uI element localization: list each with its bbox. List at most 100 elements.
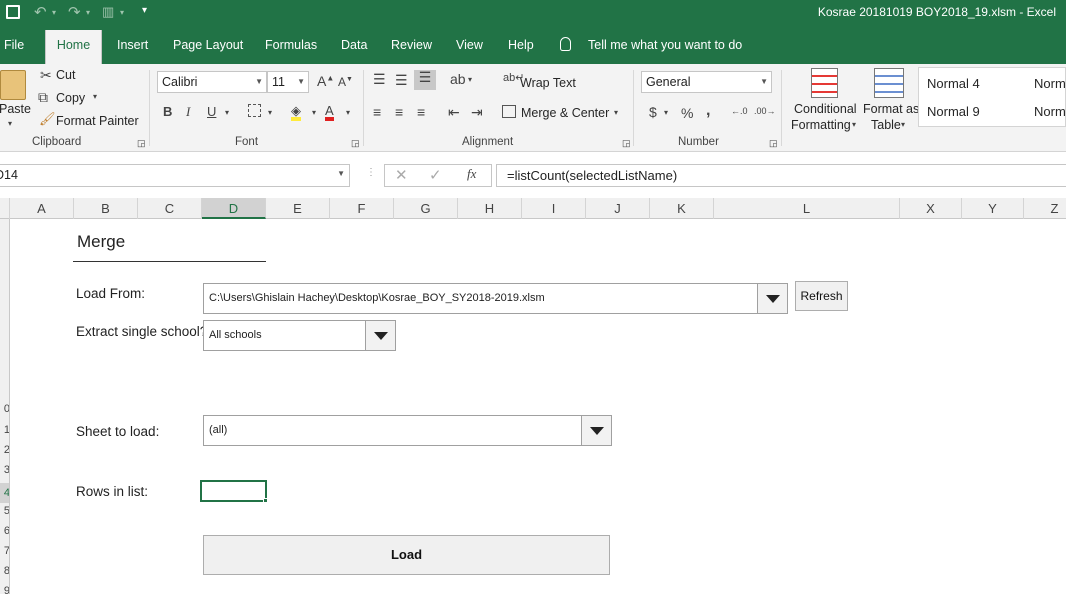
format-painter-icon[interactable]: 🖌 xyxy=(39,112,56,125)
decrease-indent-icon[interactable]: ⇤ xyxy=(448,105,460,119)
fill-color-icon[interactable]: ◈ xyxy=(291,104,301,121)
decrease-decimal-icon[interactable]: .00→ xyxy=(754,107,776,116)
format-dropdown-icon[interactable]: ▾ xyxy=(120,8,124,17)
name-box[interactable]: D14 ▼ xyxy=(0,164,350,187)
customize-toolbar-icon[interactable]: ▾ xyxy=(142,5,147,16)
underline-dropdown-icon[interactable]: ▾ xyxy=(225,109,229,117)
percent-button[interactable]: % xyxy=(681,106,693,120)
refresh-button[interactable]: Refresh xyxy=(795,281,848,311)
column-header-d[interactable]: D xyxy=(202,198,266,219)
paste-icon[interactable] xyxy=(0,70,26,100)
fill-handle[interactable] xyxy=(263,498,268,503)
tab-help[interactable]: Help xyxy=(500,26,542,64)
chevron-down-icon[interactable] xyxy=(757,284,787,313)
redo-dropdown-icon[interactable]: ▾ xyxy=(86,8,90,17)
merge-icon[interactable] xyxy=(502,105,516,118)
tab-home[interactable]: Home xyxy=(45,30,102,64)
number-format-combo[interactable]: General ▼ xyxy=(641,71,772,93)
tab-page-layout[interactable]: Page Layout xyxy=(165,26,251,64)
increase-font-icon[interactable]: A▲ xyxy=(317,74,334,88)
format-table-dropdown-icon[interactable]: ▾ xyxy=(901,121,905,129)
conditional-formatting-icon[interactable] xyxy=(811,68,838,98)
name-box-dropdown-icon[interactable]: ▼ xyxy=(337,169,345,178)
font-launcher-icon[interactable]: ◲ xyxy=(351,139,360,148)
row-header[interactable]: 9 xyxy=(0,585,9,594)
tab-insert[interactable]: Insert xyxy=(109,26,156,64)
orientation-icon[interactable]: ab xyxy=(450,72,466,86)
style-norm[interactable]: Norm xyxy=(1034,76,1066,91)
orientation-dropdown-icon[interactable]: ▾ xyxy=(468,76,472,84)
row-header[interactable]: 2 xyxy=(0,444,9,456)
column-header-l[interactable]: L xyxy=(714,198,900,219)
row-header[interactable]: 6 xyxy=(0,525,9,537)
wrap-text-button[interactable]: Wrap Text xyxy=(520,76,576,90)
align-bottom-icon[interactable]: ☰ xyxy=(414,70,436,90)
enter-icon[interactable]: ✓ xyxy=(429,166,442,184)
format-as-table-button-line2[interactable]: Table xyxy=(871,118,901,132)
copy-dropdown-icon[interactable]: ▾ xyxy=(93,93,97,101)
italic-button[interactable]: I xyxy=(186,105,190,118)
undo-dropdown-icon[interactable]: ▾ xyxy=(52,8,56,17)
insert-function-icon[interactable]: fx xyxy=(467,166,476,182)
style-norma[interactable]: Norma xyxy=(1034,104,1066,119)
load-from-dropdown[interactable]: C:\Users\Ghislain Hachey\Desktop\Kosrae_… xyxy=(203,283,788,314)
underline-button[interactable]: U xyxy=(207,105,216,118)
currency-dropdown-icon[interactable]: ▾ xyxy=(664,109,668,117)
row-header[interactable]: 1 xyxy=(0,424,9,436)
borders-icon[interactable] xyxy=(248,104,261,117)
chevron-down-icon[interactable] xyxy=(365,321,395,350)
school-dropdown[interactable]: All schools xyxy=(203,320,396,351)
column-header-x[interactable]: X xyxy=(900,198,962,219)
tell-me-search[interactable]: Tell me what you want to do xyxy=(580,26,750,64)
format-as-table-icon[interactable] xyxy=(874,68,904,98)
redo-icon[interactable]: ↷ xyxy=(68,3,81,21)
borders-dropdown-icon[interactable]: ▾ xyxy=(268,109,272,117)
merge-center-button[interactable]: Merge & Center xyxy=(521,106,609,120)
format-as-table-button[interactable]: Format as xyxy=(863,102,919,116)
conditional-formatting-button-line2[interactable]: Formatting xyxy=(791,118,851,132)
font-size-combo[interactable]: 11 ▼ xyxy=(267,71,309,93)
column-header-h[interactable]: H xyxy=(458,198,522,219)
align-center-icon[interactable]: ≡ xyxy=(395,105,403,119)
tab-formulas[interactable]: Formulas xyxy=(257,26,325,64)
font-name-combo[interactable]: Calibri ▼ xyxy=(157,71,267,93)
paste-button[interactable]: Paste xyxy=(0,102,31,116)
cut-icon[interactable]: ✂ xyxy=(40,68,52,82)
conditional-formatting-button[interactable]: Conditional xyxy=(794,102,857,116)
column-header-b[interactable]: B xyxy=(74,198,138,219)
column-header-c[interactable]: C xyxy=(138,198,202,219)
align-left-icon[interactable]: ≡ xyxy=(373,105,381,119)
tab-file[interactable]: File xyxy=(0,26,32,64)
copy-icon[interactable]: ⧉ xyxy=(38,90,48,104)
load-button[interactable]: Load xyxy=(203,535,610,575)
column-header-z[interactable]: Z xyxy=(1024,198,1066,219)
bold-button[interactable]: B xyxy=(163,105,172,118)
row-header[interactable]: 8 xyxy=(0,565,9,577)
copy-button[interactable]: Copy xyxy=(56,91,85,105)
number-launcher-icon[interactable]: ◲ xyxy=(769,139,778,148)
save-icon[interactable] xyxy=(6,5,20,19)
select-all-corner[interactable] xyxy=(0,198,10,219)
conditional-dropdown-icon[interactable]: ▾ xyxy=(852,121,856,129)
selected-cell-d14[interactable] xyxy=(200,480,267,502)
chevron-down-icon[interactable] xyxy=(581,416,611,445)
column-header-j[interactable]: J xyxy=(586,198,650,219)
tab-view[interactable]: View xyxy=(448,26,491,64)
merge-dropdown-icon[interactable]: ▾ xyxy=(614,109,618,117)
comma-button[interactable]: , xyxy=(706,103,710,119)
undo-icon[interactable]: ↶ xyxy=(34,3,47,21)
row-header[interactable]: 5 xyxy=(0,505,9,517)
decrease-font-icon[interactable]: A▼ xyxy=(338,76,353,88)
tab-data[interactable]: Data xyxy=(333,26,375,64)
column-header-e[interactable]: E xyxy=(266,198,330,219)
align-right-icon[interactable]: ≡ xyxy=(417,105,425,119)
font-color-icon[interactable]: A xyxy=(325,104,334,121)
sheet-dropdown[interactable]: (all) xyxy=(203,415,612,446)
format-painter-button[interactable]: Format Painter xyxy=(56,114,139,128)
clipboard-launcher-icon[interactable]: ◲ xyxy=(137,139,146,148)
tab-review[interactable]: Review xyxy=(383,26,440,64)
row-header[interactable]: 0 xyxy=(0,403,9,415)
formula-input[interactable]: =listCount(selectedListName) xyxy=(496,164,1066,187)
increase-indent-icon[interactable]: ⇥ xyxy=(471,105,483,119)
align-top-icon[interactable]: ☰ xyxy=(373,72,386,86)
